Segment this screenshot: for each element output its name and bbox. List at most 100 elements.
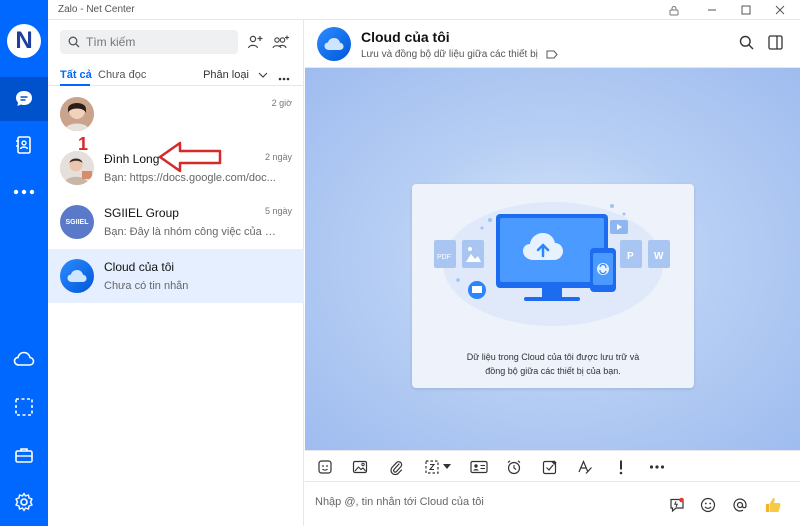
alarm-clock-icon xyxy=(507,460,521,475)
annotation-number: 1 xyxy=(78,134,89,154)
avatar xyxy=(60,151,94,185)
navigation-rail: N xyxy=(0,0,48,526)
sticker-button[interactable] xyxy=(313,456,337,478)
mention-button[interactable] xyxy=(729,494,751,516)
chat-bubble-icon xyxy=(16,91,32,106)
screenshot-button[interactable] xyxy=(419,456,455,478)
cloud-avatar[interactable] xyxy=(317,27,351,61)
window-title: Zalo - Net Center xyxy=(58,4,135,15)
chat-subtitle: Lưu và đồng bộ dữ liệu giữa các thiết bị xyxy=(361,49,558,60)
conversation-preview: Bạn: Đây là nhóm công việc của S... xyxy=(104,226,276,238)
w-label: W xyxy=(654,251,664,262)
active-tab-indicator xyxy=(60,84,90,86)
group-avatar-text: SGIIEL xyxy=(65,218,89,226)
cloud-intro-text: Dữ liệu trong Cloud của tôi được lưu trữ… xyxy=(432,350,674,378)
logo-letter: N xyxy=(15,27,33,54)
filter-label: Phân loại xyxy=(203,69,249,81)
conversation-preview: Chưa có tin nhắn xyxy=(104,280,189,292)
minimize-icon[interactable] xyxy=(698,0,726,20)
toggle-info-panel-button[interactable] xyxy=(768,35,783,55)
conversation-name: Đình Long xyxy=(104,152,160,166)
sticker-icon xyxy=(318,460,332,474)
image-button[interactable] xyxy=(348,456,372,478)
attach-file-button[interactable] xyxy=(384,456,408,478)
chat-header: Cloud của tôi Lưu và đồng bộ dữ liệu giữ… xyxy=(305,20,800,68)
chat-body: PDF P W Dữ liệu trong Cloud của tôi được… xyxy=(305,68,800,450)
exclamation-icon xyxy=(619,460,623,475)
cloud-sync-illustration-icon: PDF P W xyxy=(434,202,670,326)
caret-down-icon xyxy=(442,464,451,469)
conversation-item[interactable]: 2 giờ xyxy=(48,87,304,141)
capture-frame-icon xyxy=(15,398,33,416)
maximize-icon[interactable] xyxy=(732,0,760,20)
avatar: SGIIEL xyxy=(60,205,94,239)
more-options-button[interactable] xyxy=(278,68,290,86)
cloud-avatar xyxy=(60,259,94,293)
cloud-icon xyxy=(324,38,344,50)
conversation-sidebar: Tất cả Chưa đọc Phân loại 2 giờ Đình Lon… xyxy=(48,20,304,526)
annotation-arrow-icon xyxy=(158,141,222,173)
chat-search-button[interactable] xyxy=(739,35,754,55)
cloud-intro-card: PDF P W Dữ liệu trong Cloud của tôi được… xyxy=(412,184,694,388)
pdf-label: PDF xyxy=(437,254,451,261)
quick-message-button[interactable] xyxy=(666,494,688,516)
tab-unread[interactable]: Chưa đọc xyxy=(98,69,146,81)
contact-card-icon xyxy=(470,460,488,474)
search-input[interactable] xyxy=(86,35,226,49)
more-tools-button[interactable] xyxy=(645,456,669,478)
add-friend-button[interactable] xyxy=(244,31,266,53)
lock-icon[interactable] xyxy=(660,0,688,20)
message-composer xyxy=(305,483,800,526)
send-like-button[interactable] xyxy=(762,494,784,516)
at-sign-icon xyxy=(733,498,747,512)
image-icon xyxy=(352,460,368,474)
settings-nav-button[interactable] xyxy=(0,480,48,524)
search-box[interactable] xyxy=(60,30,238,54)
more-dots-icon xyxy=(649,465,665,469)
contacts-nav-button[interactable] xyxy=(0,123,48,167)
chat-subtitle-text: Lưu và đồng bộ dữ liệu giữa các thiết bị xyxy=(361,49,538,60)
user-avatar-logo[interactable]: N xyxy=(7,24,41,58)
text-format-icon xyxy=(578,459,592,474)
format-text-button[interactable] xyxy=(573,456,597,478)
create-group-icon xyxy=(272,35,289,49)
messages-nav-button[interactable] xyxy=(0,77,48,121)
screenshot-nav-button[interactable] xyxy=(0,385,48,429)
conversation-time: 2 ngày xyxy=(264,152,292,162)
quick-reply-icon xyxy=(670,497,684,513)
paperclip-icon xyxy=(390,461,403,475)
mark-important-button[interactable] xyxy=(609,456,633,478)
cloud-nav-button[interactable] xyxy=(0,337,48,381)
conversation-item[interactable]: SGIIEL SGIIEL Group Bạn: Đây là nhóm côn… xyxy=(48,195,304,249)
tag-icon[interactable] xyxy=(546,50,558,59)
emoji-button[interactable] xyxy=(697,494,719,516)
more-nav-button[interactable] xyxy=(0,170,48,214)
send-contact-card-button[interactable] xyxy=(467,456,491,478)
create-group-button[interactable] xyxy=(270,31,292,53)
gear-icon xyxy=(15,492,33,512)
avatar xyxy=(60,97,94,131)
reminder-button[interactable] xyxy=(502,456,526,478)
search-icon xyxy=(739,35,754,50)
cloud-intro-line1: Dữ liệu trong Cloud của tôi được lưu trữ… xyxy=(466,352,640,362)
toolbox-nav-button[interactable] xyxy=(0,433,48,477)
chevron-down-icon xyxy=(258,72,268,78)
cloud-intro-line2: đồng bộ giữa các thiết bị của bạn. xyxy=(485,366,621,376)
assign-task-button[interactable] xyxy=(538,456,562,478)
p-label: P xyxy=(627,251,634,262)
conversation-name: SGIIEL Group xyxy=(104,206,179,220)
conversation-time: 2 giờ xyxy=(271,98,292,108)
title-bar: Zalo - Net Center xyxy=(48,0,800,20)
message-input[interactable] xyxy=(315,496,655,508)
conversation-item[interactable]: Cloud của tôi Chưa có tin nhắn xyxy=(48,249,304,303)
sidebar-panel-icon xyxy=(768,35,783,50)
close-icon[interactable] xyxy=(766,0,794,20)
compose-toolbar xyxy=(305,450,800,482)
emoji-icon xyxy=(700,497,716,513)
tab-all[interactable]: Tất cả xyxy=(60,69,92,81)
conversation-name: Cloud của tôi xyxy=(104,260,175,274)
cloud-icon xyxy=(13,351,35,366)
task-check-icon xyxy=(542,460,557,475)
filter-dropdown[interactable]: Phân loại xyxy=(203,69,268,81)
capture-icon xyxy=(424,460,439,474)
